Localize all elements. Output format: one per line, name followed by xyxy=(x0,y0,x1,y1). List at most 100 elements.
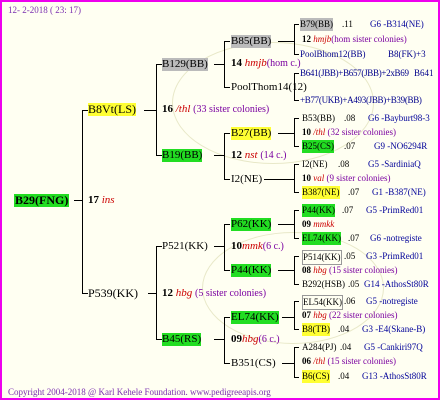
leaf-name[interactable]: B53(BB) xyxy=(302,112,335,125)
connector xyxy=(156,246,157,339)
connector xyxy=(224,224,230,225)
leaf-origin: G5 -notregiste xyxy=(366,296,418,306)
great-grandparent[interactable]: P62(KK) xyxy=(231,218,272,231)
grandparent[interactable]: P521(KK) xyxy=(162,240,208,253)
connector xyxy=(156,64,157,155)
leaf-year-mark: 07 hbg (22 sister colonies) xyxy=(302,310,398,320)
root-queen[interactable]: B29(FNG) xyxy=(14,194,70,207)
leaf-num: .07 xyxy=(344,141,356,151)
parent-drone-year-mark: 12 hbg (5 sister colonies) xyxy=(162,287,267,299)
leaf-name[interactable]: +B77(UKB)+A493(JBB)+B39(BB) xyxy=(300,94,422,107)
pedigree-frame: 12- 2-2018 ( 23: 17) B29(FNG) 17 ins B8V… xyxy=(0,0,440,400)
leaf-num: .06 xyxy=(344,296,356,306)
connector xyxy=(294,329,299,330)
connector xyxy=(294,192,299,193)
connector xyxy=(224,179,230,180)
leaf-num: .07 xyxy=(348,233,360,243)
leaf-name[interactable]: B25(CS) xyxy=(302,140,335,153)
great-grandparent[interactable]: B85(BB) xyxy=(231,35,272,48)
footer-link[interactable]: www.pedigreeapis.org xyxy=(190,387,271,397)
connector xyxy=(224,317,225,363)
leaf-origin: B641 xyxy=(414,68,434,78)
connector xyxy=(74,200,82,201)
leaf-name[interactable]: P44(KK) xyxy=(302,204,335,217)
great-grandparent[interactable]: I2(NE) xyxy=(231,173,262,186)
great-grandparent[interactable]: PoolThom14(12) xyxy=(231,81,307,94)
connector xyxy=(224,363,230,364)
root-year-mark: 17 ins xyxy=(88,194,115,207)
leaf-year-mark: 10 val (9 sister colonies) xyxy=(302,173,391,183)
leaf-origin: G13 -AthosSt80R xyxy=(362,371,427,381)
grandparent[interactable]: B19(BB) xyxy=(162,149,203,162)
connector xyxy=(294,284,299,285)
connector xyxy=(282,317,294,318)
leaf-name[interactable]: P514(KK) xyxy=(302,250,342,265)
connector xyxy=(224,41,225,87)
connector xyxy=(294,118,295,146)
leaf-name[interactable]: B8(TB) xyxy=(302,323,330,336)
parent-queen[interactable]: B8Vt(LS) xyxy=(88,103,136,116)
great-grandparent[interactable]: B27(BB) xyxy=(231,127,272,140)
connector xyxy=(214,339,224,340)
connector xyxy=(224,87,230,88)
connector xyxy=(294,301,299,302)
leaf-origin: G3 -E4(Skane-B) xyxy=(362,324,426,334)
date-stamp: 12- 2-2018 ( 23: 17) xyxy=(8,5,81,15)
leaf-num: .11 xyxy=(342,19,353,29)
great-grandparent-year-mark: 12 nst (14 c.) xyxy=(231,149,287,161)
leaf-name[interactable]: B292(HSB) xyxy=(302,278,345,291)
grandparent[interactable]: B45(RS) xyxy=(162,333,202,346)
connector xyxy=(278,224,294,225)
leaf-name[interactable]: B79(BB) xyxy=(300,18,334,31)
connector xyxy=(278,41,294,42)
connector xyxy=(224,41,230,42)
connector xyxy=(294,238,299,239)
grandparent[interactable]: B129(BB) xyxy=(162,58,208,71)
connector xyxy=(214,64,224,65)
connector xyxy=(294,347,299,348)
leaf-name[interactable]: EL74(KK) xyxy=(302,232,341,245)
leaf-origin: G1 -B387(NE) xyxy=(372,187,426,197)
leaf-origin: G6 -B314(NE) xyxy=(370,19,424,29)
leaf-origin: G9 -NO6294R xyxy=(374,141,428,151)
connector xyxy=(278,270,294,271)
leaf-num: .04 xyxy=(338,324,350,334)
connector xyxy=(278,133,294,134)
parent-year-mark: 16 /thl (33 sister colonies) xyxy=(162,103,270,115)
leaf-num: .04 xyxy=(338,371,350,381)
leaf-year-mark: 09 mmkk xyxy=(302,219,335,229)
leaf-name[interactable]: EL54(KK) xyxy=(302,295,343,310)
root-year: 17 xyxy=(88,194,99,206)
connector xyxy=(294,146,299,147)
leaf-name[interactable]: PoolBhom12(BB) xyxy=(300,48,366,61)
great-grandparent-year-mark: 14 hmjb(hom c.) xyxy=(231,57,301,69)
great-grandparent[interactable]: B351(CS) xyxy=(231,357,276,370)
leaf-origin: G6 -notregiste xyxy=(370,233,422,243)
connector xyxy=(214,246,224,247)
leaf-origin: G3 -PrimRed01 xyxy=(366,251,424,261)
connector xyxy=(294,347,295,377)
leaf-origin: G5 -Cankiri97Q xyxy=(364,342,423,352)
leaf-year-mark: 08 hbg (15 sister colonies) xyxy=(302,265,398,275)
connector xyxy=(294,73,299,74)
connector xyxy=(148,293,156,294)
leaf-name[interactable]: A284(PJ) xyxy=(302,341,337,354)
connector xyxy=(294,100,299,101)
great-grandparent[interactable]: P44(KK) xyxy=(231,264,272,277)
connector xyxy=(294,24,295,54)
leaf-num: .05 xyxy=(344,251,356,261)
great-grandparent[interactable]: EL74(KK) xyxy=(231,311,279,324)
leaf-name[interactable]: B6(CS) xyxy=(302,370,330,383)
footer-copyright: Copyright 2004-2018 @ Karl Kehele Founda… xyxy=(8,387,271,397)
leaf-origin: G5 -SardiniaQ xyxy=(368,159,421,169)
leaf-num: .04 xyxy=(340,342,352,352)
leaf-name[interactable]: B387(NE) xyxy=(302,186,340,199)
leaf-name[interactable]: B641(JBB)+B657(JBB)+2xB69 xyxy=(300,67,409,80)
parent-drone[interactable]: P539(KK) xyxy=(88,287,138,300)
connector xyxy=(294,164,299,165)
leaf-origin: G14 -AthosSt80R xyxy=(364,279,429,289)
leaf-name[interactable]: I2(NE) xyxy=(302,158,328,171)
connector xyxy=(294,256,295,284)
leaf-origin: G6 -Bayburt98-3 xyxy=(368,113,430,123)
connector xyxy=(144,110,156,111)
